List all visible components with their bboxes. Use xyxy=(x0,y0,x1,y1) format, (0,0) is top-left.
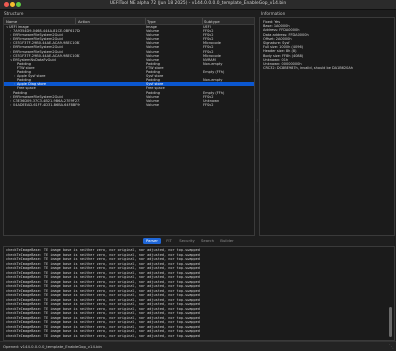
panel-splitter-handle[interactable]: ⋮ xyxy=(256,118,259,124)
log-line: checkTeImageBase: TE image base is neith… xyxy=(6,248,200,252)
info-line: CRC32: DC8BE987h, invalid, should be DA1… xyxy=(263,66,353,71)
title-bar: UEFITool NE alpha 72 (Jun 18 2025) - v14… xyxy=(0,0,396,10)
log-line: checkTeImageBase: TE image base is neith… xyxy=(6,302,200,306)
status-text: Opened: v144.0.0.0.0_template_EnableGop_… xyxy=(3,344,102,349)
tab-security[interactable]: Security xyxy=(177,238,197,244)
structure-header: Name Action Type Subtype xyxy=(4,18,254,25)
structure-rows: ∨UEFI image Image UEFI › 7A9354D9-0468-444A-… xyxy=(4,25,254,107)
log-line: checkTeImageBase: TE image base is neith… xyxy=(6,284,200,288)
log-line: checkTeImageBase: TE image base is neith… xyxy=(6,266,200,270)
window-title: UEFITool NE alpha 72 (Jun 18 2025) - v14… xyxy=(109,1,287,6)
log-line: checkTeImageBase: TE image base is neith… xyxy=(6,311,200,315)
log-line: checkTeImageBase: TE image base is neith… xyxy=(6,333,200,338)
information-lines: Fixed: Yes Base: 1A0000h Address: FFDA0000… xyxy=(260,20,353,70)
log-line: checkTeImageBase: TE image base is neith… xyxy=(6,329,200,333)
information-label: Information xyxy=(261,11,286,16)
log-line: checkTeImageBase: TE image base is neith… xyxy=(6,320,200,324)
tab-search[interactable]: Search xyxy=(199,238,216,244)
tree-row[interactable]: ›04ADEEAD-61FF-4D31-B6BA-64F8BF901F5A Vol… xyxy=(4,103,254,107)
column-header-type[interactable]: Type xyxy=(147,19,156,24)
log-line: checkTeImageBase: TE image base is neith… xyxy=(6,257,200,261)
tab-builder[interactable]: Builder xyxy=(218,238,236,244)
information-panel: Fixed: Yes Base: 1A0000h Address: FFDA0000… xyxy=(259,17,395,236)
tree-row-type: Volume xyxy=(146,102,160,107)
tree-row-label: 04ADEEAD-61FF-4D31-B6BA-64F8BF901F5A xyxy=(13,102,80,107)
tab-fit[interactable]: FIT xyxy=(163,238,175,244)
tree-row-name: ›04ADEEAD-61FF-4D31-B6BA-64F8BF901F5A xyxy=(4,103,80,107)
structure-tree[interactable]: Name Action Type Subtype ∨UEFI image Imag… xyxy=(3,17,255,236)
messages-log[interactable]: checkTeImageBase: TE image base is neith… xyxy=(3,246,395,341)
tab-parser[interactable]: Parser xyxy=(143,238,161,244)
structure-label: Structure xyxy=(4,11,24,16)
log-scrollbar[interactable] xyxy=(389,307,392,337)
log-lines: checkTeImageBase: TE image base is neith… xyxy=(6,248,200,338)
column-header-subtype[interactable]: Subtype xyxy=(204,19,220,24)
log-line: checkTeImageBase: TE image base is neith… xyxy=(6,275,200,279)
column-header-action[interactable]: Action xyxy=(78,19,90,24)
log-line: checkTeImageBase: TE image base is neith… xyxy=(6,293,200,297)
column-header-name[interactable]: Name xyxy=(6,19,17,24)
resize-grip-icon[interactable]: ⋱ xyxy=(389,344,394,350)
tree-row-subtype: FFSv2 xyxy=(203,102,214,107)
